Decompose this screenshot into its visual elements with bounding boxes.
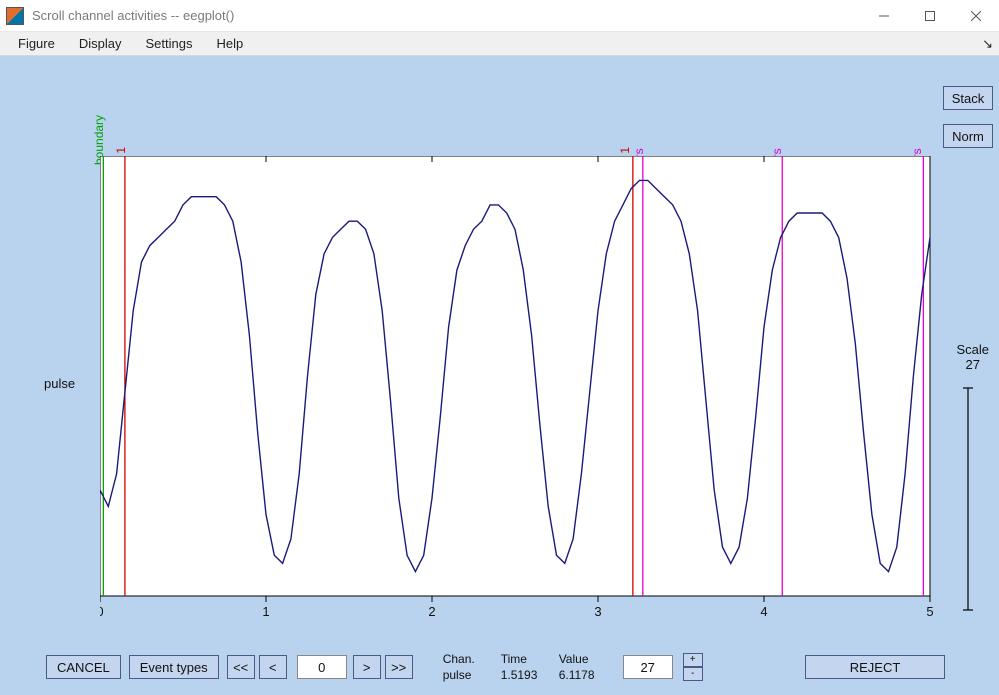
close-icon (971, 11, 981, 21)
info-header-time: Time (501, 651, 545, 667)
info-header-chan: Chan. (443, 651, 487, 667)
scale-label: Scale (956, 342, 989, 357)
nav-last-button[interactable]: >> (385, 655, 413, 679)
cancel-button[interactable]: CANCEL (46, 655, 121, 679)
svg-text:0: 0 (100, 604, 104, 619)
plot-svg[interactable]: 0 1 2 3 4 5 (100, 156, 990, 676)
nav-position-input[interactable]: 0 (297, 655, 347, 679)
menu-display[interactable]: Display (67, 33, 134, 54)
window-controls (861, 0, 999, 32)
plot-area[interactable]: pulse boundary S 1 S 1 qrs qrs qrs 01234… (46, 86, 993, 635)
info-value-time: 1.5193 (501, 667, 545, 683)
info-header-value: Value (559, 651, 603, 667)
menu-settings[interactable]: Settings (133, 33, 204, 54)
menu-overflow-icon[interactable]: ↘ (982, 36, 993, 52)
info-value-chan: pulse (443, 667, 487, 683)
menu-figure[interactable]: Figure (6, 33, 67, 54)
scale-value-input[interactable]: 27 (623, 655, 673, 679)
scale-minus-button[interactable]: - (683, 667, 703, 681)
svg-text:3: 3 (594, 604, 601, 619)
nav-prev-button[interactable]: < (259, 655, 287, 679)
main-area: Stack Norm pulse boundary S 1 S 1 qrs qr… (0, 56, 999, 695)
reject-button[interactable]: REJECT (805, 655, 945, 679)
menubar: Figure Display Settings Help ↘ (0, 32, 999, 56)
bottom-toolbar: CANCEL Event types << < 0 > >> Chan. Tim… (0, 645, 999, 689)
scale-stepper: + - (683, 653, 703, 681)
svg-text:5: 5 (926, 604, 933, 619)
minimize-button[interactable] (861, 0, 907, 32)
menu-help[interactable]: Help (204, 33, 255, 54)
maximize-button[interactable] (907, 0, 953, 32)
event-types-button[interactable]: Event types (129, 655, 219, 679)
scale-label-value: 27 (956, 357, 989, 372)
nav-group: << < 0 > >> (227, 655, 417, 679)
scale-bar (963, 388, 973, 610)
svg-text:1: 1 (262, 604, 269, 619)
window-title: Scroll channel activities -- eegplot() (32, 8, 234, 23)
svg-text:2: 2 (428, 604, 435, 619)
nav-next-button[interactable]: > (353, 655, 381, 679)
scale-plus-button[interactable]: + (683, 653, 703, 667)
cursor-info: Chan. Time Value pulse 1.5193 6.1178 (443, 651, 603, 683)
channel-label: pulse (44, 376, 75, 391)
scale-label-block: Scale 27 (956, 342, 989, 372)
minimize-icon (879, 11, 889, 21)
svg-text:4: 4 (760, 604, 767, 619)
titlebar: Scroll channel activities -- eegplot() (0, 0, 999, 32)
maximize-icon (925, 11, 935, 21)
close-button[interactable] (953, 0, 999, 32)
app-icon (6, 7, 24, 25)
info-value-value: 6.1178 (559, 667, 603, 683)
nav-first-button[interactable]: << (227, 655, 255, 679)
